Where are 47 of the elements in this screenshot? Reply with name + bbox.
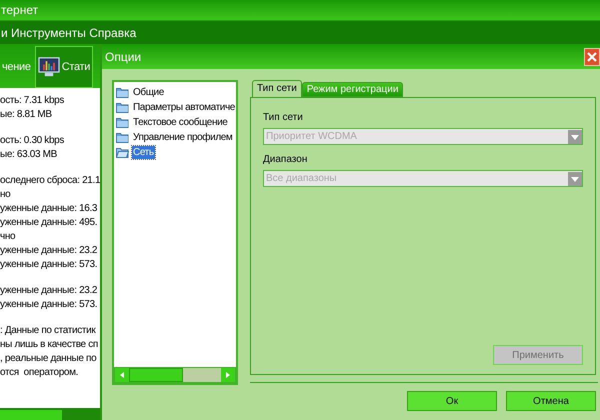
tree-item[interactable]: Управление профилем <box>132 131 234 144</box>
stat-line: отся оператором. <box>0 366 80 380</box>
menu-item[interactable]: и Инструменты Справка <box>0 24 136 42</box>
dialog-title: Опции <box>105 48 142 66</box>
window-title: тернет <box>0 2 38 19</box>
stat-line: ые: 8.81 MB <box>0 108 53 122</box>
chart-monitor-icon <box>38 57 60 77</box>
stat-line: но <box>0 188 12 202</box>
stat-line: уженные данные: 23.2 <box>0 284 98 298</box>
scrollbar-thumb[interactable] <box>129 368 183 382</box>
stat-line: уженные данные: 495. <box>0 216 98 230</box>
tab[interactable]: Режим регистрации <box>302 82 404 97</box>
field-label: Диапазон <box>263 153 308 167</box>
field-label: Тип сети <box>263 111 304 125</box>
stat-line: ые: 63.03 MB <box>0 148 58 162</box>
stat-line: , реальные данные по <box>0 352 98 366</box>
tab[interactable]: Стати <box>34 46 94 88</box>
stat-line: ость: 7.31 kbps <box>0 94 66 108</box>
stat-line: оследнего сброса: 21.1 <box>0 174 100 188</box>
dialog-button[interactable]: Ок <box>407 391 497 411</box>
stat-line: уженные данные: 573. <box>0 298 98 312</box>
stat-line: чно <box>0 230 16 244</box>
scroll-right-button[interactable] <box>221 368 235 382</box>
tab[interactable]: чение <box>0 46 33 88</box>
folder-icon <box>116 117 129 128</box>
stat-line: уженные данные: 16.3 <box>0 202 98 216</box>
scroll-left-button[interactable] <box>115 368 129 382</box>
left-arrow-icon <box>120 372 124 378</box>
close-icon <box>587 52 597 62</box>
close-button[interactable] <box>584 48 600 66</box>
tree-item[interactable]: Сеть <box>132 146 155 159</box>
tab[interactable]: Тип сети <box>252 80 302 97</box>
stat-line: ны лишь в качестве сп <box>0 338 99 352</box>
folder-icon <box>116 132 129 143</box>
stat-line: : Данные по статистик <box>0 324 97 338</box>
folder-icon <box>116 87 129 98</box>
stat-line: уженные данные: 573. <box>0 258 98 272</box>
right-arrow-icon <box>226 372 230 378</box>
stat-line: уженные данные: 23.2 <box>0 244 98 258</box>
dialog-button[interactable]: Отмена <box>506 391 596 411</box>
tree-item[interactable]: Текстовое сообщение <box>132 116 228 129</box>
tree-item[interactable]: Общие <box>132 86 165 99</box>
open-folder-icon <box>116 147 129 158</box>
folder-icon <box>116 102 129 113</box>
footer-bar <box>0 410 62 420</box>
tree-item[interactable]: Параметры автоматиче <box>132 101 236 114</box>
stat-line: ость: 0.30 kbps <box>0 134 66 148</box>
